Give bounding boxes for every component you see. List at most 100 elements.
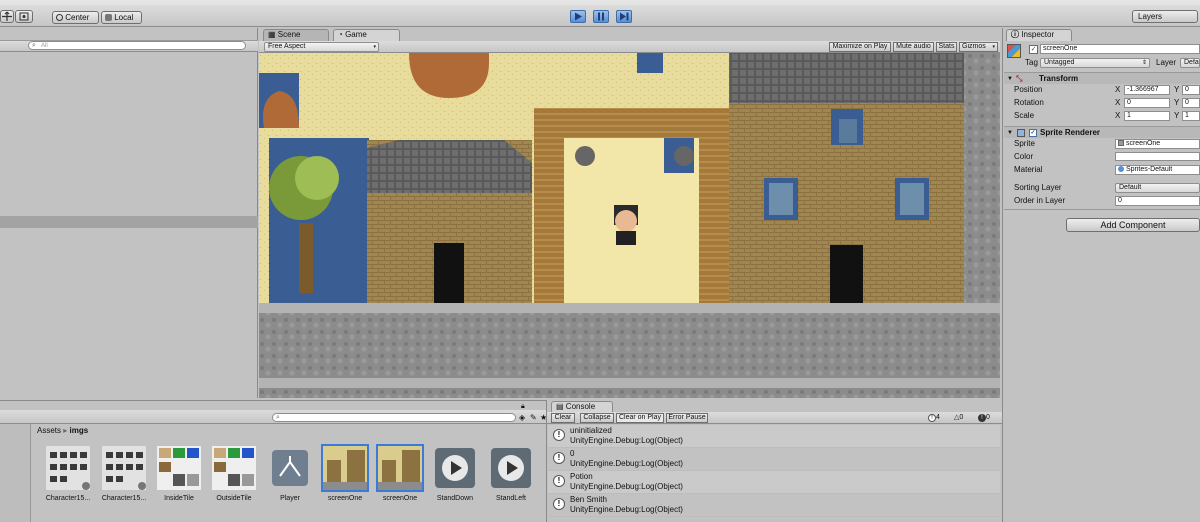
- asset-item[interactable]: Character15...: [40, 446, 96, 522]
- asset-item[interactable]: StandDown: [427, 446, 483, 522]
- asset-item[interactable]: screenOne: [317, 444, 373, 522]
- mute-audio-button[interactable]: Mute audio: [893, 42, 934, 52]
- console-clear-button[interactable]: Clear: [551, 413, 575, 423]
- position-label: Position: [1014, 85, 1043, 94]
- transform-header[interactable]: ▼ ⤡ Transform: [1004, 72, 1200, 84]
- sorting-layer-label: Sorting Layer: [1014, 183, 1062, 192]
- play-icon: [489, 446, 533, 490]
- console-tab-label: Console: [565, 402, 596, 411]
- rotation-y-field[interactable]: 0: [1182, 98, 1200, 108]
- gameobject-icon: [1007, 44, 1021, 58]
- scale-x-field[interactable]: 1: [1124, 111, 1170, 121]
- scale-x-label[interactable]: X: [1115, 111, 1120, 121]
- console-entry[interactable]: ! 0 UnityEngine.Debug:Log(Object): [548, 448, 1000, 471]
- gizmos-dropdown[interactable]: Gizmos ▾: [959, 42, 998, 52]
- layer-label: Layer: [1156, 58, 1177, 67]
- console-tab-icon: ▤: [556, 402, 564, 411]
- asset-item[interactable]: InsideTile: [151, 446, 207, 522]
- tab-game[interactable]: ◔ Game: [333, 29, 400, 41]
- tag-dropdown[interactable]: Untagged ⇕: [1040, 58, 1150, 68]
- rotation-x-label[interactable]: X: [1115, 98, 1120, 108]
- console-collapse-button[interactable]: Collapse: [580, 413, 614, 423]
- scale-y-field[interactable]: 1: [1182, 111, 1200, 121]
- console-entry[interactable]: ! Potion UnityEngine.Debug:Log(Object): [548, 471, 1000, 494]
- object-name-field[interactable]: screenOne: [1040, 44, 1200, 54]
- sorting-layer-dropdown[interactable]: Default: [1115, 183, 1200, 193]
- game-view[interactable]: [259, 53, 1000, 398]
- asset-item[interactable]: Player: [262, 446, 318, 522]
- material-field[interactable]: Sprites-Default: [1115, 165, 1200, 175]
- tab-inspector[interactable]: ⓘ Inspector: [1006, 29, 1072, 41]
- foldout-arrow-icon: ▼: [1007, 76, 1013, 82]
- console-entry[interactable]: ! uninitialized UnityEngine.Debug:Log(Ob…: [548, 425, 1000, 448]
- breadcrumb-assets[interactable]: Assets: [37, 426, 61, 435]
- play-button[interactable]: [570, 10, 586, 23]
- order-in-layer-field[interactable]: 0: [1115, 196, 1200, 206]
- project-folder-tree: [0, 424, 31, 522]
- hierarchy-search-placeholder: All: [41, 43, 48, 49]
- console-error-pause-button[interactable]: Error Pause: [666, 413, 708, 423]
- sprite-value: screenOne: [1125, 140, 1161, 147]
- asset-item-label: StandDown: [436, 495, 474, 502]
- pivot-center-button[interactable]: Center: [52, 11, 99, 24]
- rect-tool-button[interactable]: [15, 10, 33, 23]
- search-icon: ⌕: [32, 42, 36, 49]
- color-swatch[interactable]: [1115, 152, 1200, 161]
- scale-y-label[interactable]: Y: [1174, 111, 1179, 121]
- asset-item[interactable]: screenOne: [372, 444, 428, 522]
- hand-tool-button[interactable]: [0, 10, 14, 23]
- inspector-tab-label: Inspector: [1021, 30, 1055, 39]
- sprite-renderer-header[interactable]: ▼ ✓ Sprite Renderer: [1004, 126, 1200, 138]
- position-y-label[interactable]: Y: [1174, 85, 1179, 95]
- asset-item[interactable]: Character15...: [96, 446, 152, 522]
- sprite-renderer-checkbox[interactable]: ✓: [1029, 129, 1037, 137]
- pause-button[interactable]: [593, 10, 609, 23]
- project-search-field[interactable]: ⌕: [272, 413, 516, 422]
- layer-dropdown[interactable]: Default: [1180, 58, 1200, 68]
- step-icon: [620, 12, 629, 21]
- asset-item[interactable]: StandLeft: [483, 446, 539, 522]
- step-button[interactable]: [616, 10, 632, 23]
- lock-icon[interactable]: 🔒︎: [521, 403, 525, 411]
- sprite-field[interactable]: screenOne: [1115, 139, 1200, 149]
- console-clear-on-play-button[interactable]: Clear on Play: [616, 413, 664, 423]
- tab-scene[interactable]: ▦ Scene: [263, 29, 329, 41]
- position-x-field[interactable]: -1.366967: [1124, 85, 1170, 95]
- info-filter-toggle[interactable]: ! 4: [928, 413, 940, 422]
- game-tab-label: Game: [345, 30, 367, 39]
- asset-item[interactable]: OutsideTile: [206, 446, 262, 522]
- material-value: Sprites-Default: [1125, 166, 1173, 173]
- layers-dropdown[interactable]: Layers: [1132, 10, 1198, 23]
- sprite-renderer-title: Sprite Renderer: [1040, 128, 1101, 137]
- add-component-button[interactable]: Add Component: [1066, 218, 1200, 232]
- info-icon: !: [553, 475, 565, 487]
- aspect-label: Free Aspect: [268, 43, 306, 50]
- warning-filter-toggle[interactable]: △0: [954, 413, 963, 422]
- maximize-on-play-button[interactable]: Maximize on Play: [829, 42, 891, 52]
- console-entry[interactable]: ! Ben Smith UnityEngine.Debug:Log(Object…: [548, 494, 1000, 517]
- position-x-label[interactable]: X: [1115, 85, 1120, 95]
- scene-tab-label: Scene: [277, 30, 301, 39]
- aspect-dropdown[interactable]: Free Aspect ▾: [264, 42, 379, 52]
- filter-type-icon[interactable]: ◈: [519, 413, 525, 422]
- stats-button[interactable]: Stats: [936, 42, 957, 52]
- rotation-x-field[interactable]: 0: [1124, 98, 1170, 108]
- chevron-down-icon: ▾: [992, 44, 995, 50]
- info-icon: !: [553, 498, 565, 510]
- error-filter-toggle[interactable]: ! 0: [978, 413, 990, 422]
- color-label: Color: [1014, 152, 1034, 161]
- breadcrumb-imgs[interactable]: imgs: [70, 426, 89, 435]
- rotation-label: Rotation: [1014, 98, 1044, 107]
- rotation-y-label[interactable]: Y: [1174, 98, 1179, 108]
- pivot-local-button[interactable]: Local: [101, 11, 142, 24]
- asset-item-label: screenOne: [382, 495, 418, 502]
- move-tool-icon: [2, 11, 12, 21]
- filter-label-icon[interactable]: ✎: [530, 413, 537, 422]
- hierarchy-search-field[interactable]: ⌕ All: [28, 41, 246, 50]
- console-entry-message: Potion: [570, 472, 593, 481]
- tab-console[interactable]: ▤ Console: [551, 401, 613, 412]
- console-entry-source: UnityEngine.Debug:Log(Object): [570, 436, 683, 445]
- active-checkbox[interactable]: ✓: [1029, 45, 1038, 54]
- position-y-field[interactable]: 0: [1182, 85, 1200, 95]
- rect-tool-icon: [19, 12, 29, 21]
